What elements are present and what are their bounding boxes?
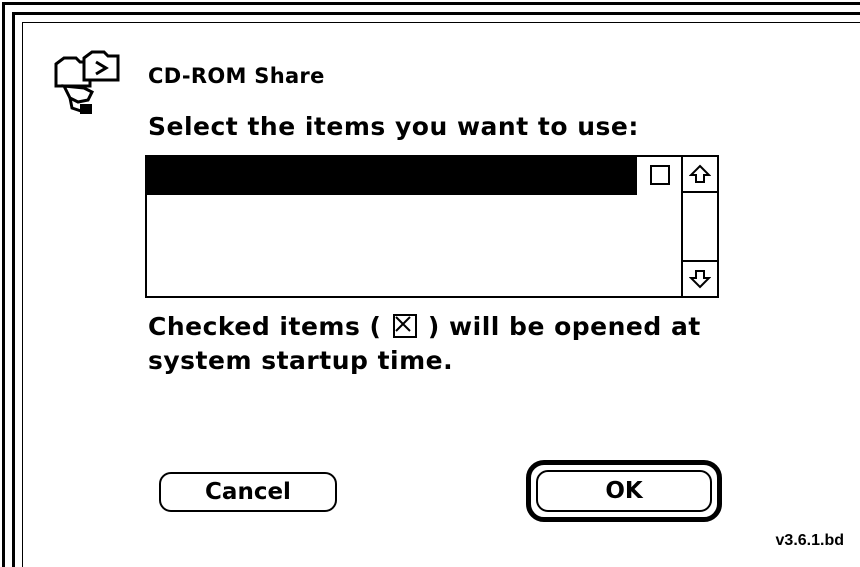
items-listbox[interactable]	[145, 155, 719, 298]
startup-info-text: Checked items ( ) will be opened at syst…	[148, 310, 701, 378]
list-item-selected[interactable]	[147, 157, 637, 195]
scroll-up-button[interactable]	[683, 157, 717, 193]
info-text-after: ) will be opened at	[427, 312, 701, 341]
scroll-down-button[interactable]	[683, 260, 717, 296]
info-text-line2: system startup time.	[148, 346, 454, 375]
startup-checkbox[interactable]	[650, 165, 670, 185]
checked-box-icon	[392, 314, 417, 338]
scroll-down-arrow-icon	[689, 270, 711, 289]
ok-button[interactable]: OK	[536, 470, 712, 512]
cancel-button[interactable]: Cancel	[159, 472, 337, 512]
cd-rom-share-icon	[50, 42, 128, 120]
version-label: v3.6.1.bd	[775, 532, 844, 549]
info-text-before: Checked items (	[148, 312, 382, 341]
scroll-up-arrow-icon	[689, 164, 711, 183]
dialog-title: CD-ROM Share	[148, 64, 325, 88]
list-scrollbar[interactable]	[681, 157, 717, 296]
select-items-prompt: Select the items you want to use:	[148, 112, 639, 141]
